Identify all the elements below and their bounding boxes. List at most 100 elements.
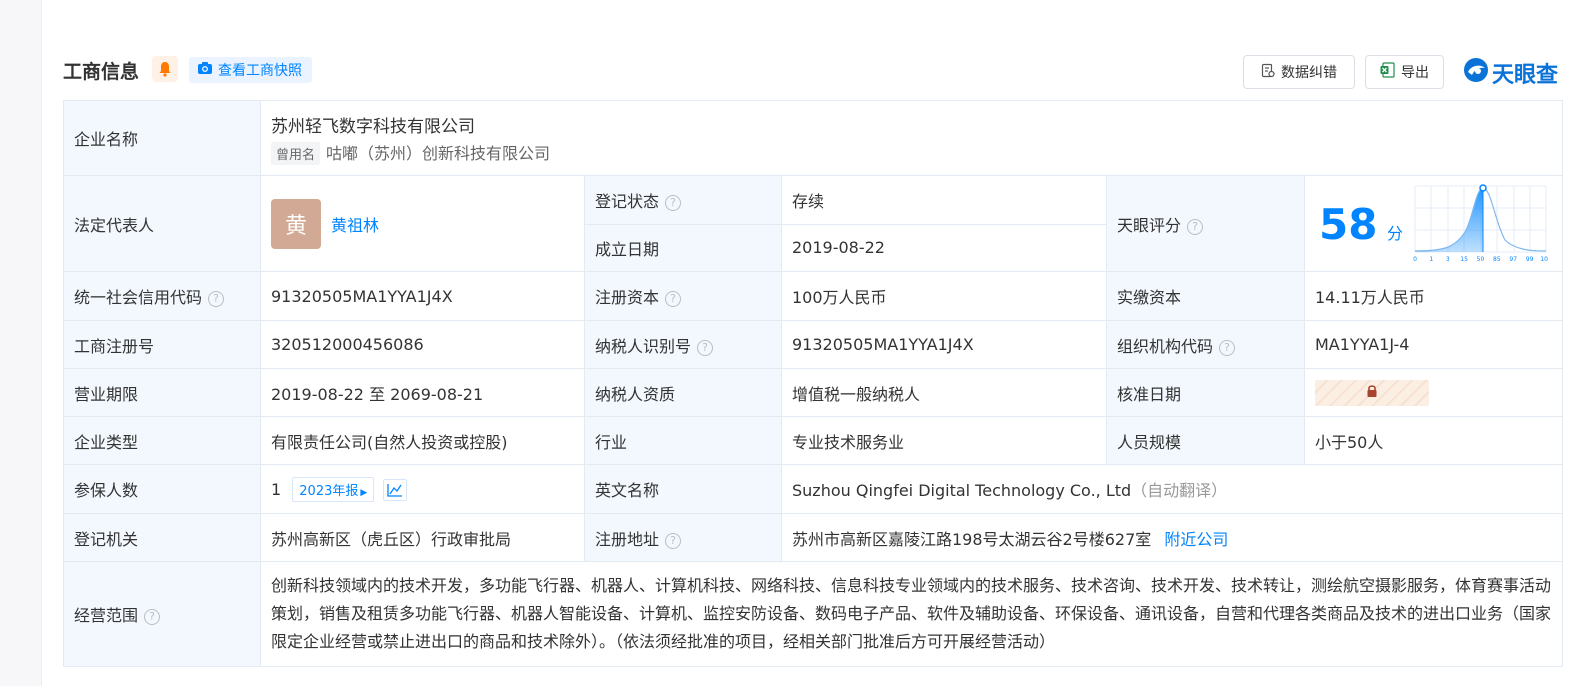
- annual-report-label: 2023年报: [299, 483, 359, 499]
- company-type-value: 有限责任公司(自然人投资或控股): [260, 416, 585, 465]
- label-credit-code-cell: 统一社会信用代码?: [63, 271, 261, 321]
- reg-authority-value: 苏州高新区（虎丘区）行政审批局: [260, 513, 585, 562]
- legal-rep-link[interactable]: 黄祖林: [331, 212, 379, 236]
- taxpayer-id-value: 91320505MA1YYA1J4X: [781, 320, 1107, 369]
- auto-translate-note: （自动翻译）: [1131, 481, 1228, 500]
- table-row: 工商注册号 320512000456086 纳税人识别号? 91320505MA…: [63, 320, 1564, 369]
- score-value: 58: [1319, 200, 1378, 249]
- reg-status-value: 存续: [781, 175, 1107, 225]
- paid-capital-value: 14.11万人民币: [1303, 271, 1564, 321]
- founded-value: 2019-08-22: [781, 223, 1107, 272]
- approval-date-cell: [1303, 368, 1564, 417]
- label-credit-code: 统一社会信用代码: [74, 288, 203, 307]
- tianyancha-logo: 天眼查: [1463, 57, 1558, 89]
- label-staff-size: 人员规模: [1106, 416, 1305, 465]
- help-icon[interactable]: ?: [1187, 218, 1204, 235]
- label-company-type: 企业类型: [63, 416, 261, 465]
- label-english-name: 英文名称: [584, 464, 782, 514]
- help-icon[interactable]: ?: [665, 532, 682, 549]
- avatar[interactable]: 黄: [271, 198, 321, 249]
- lock-icon: [1365, 383, 1379, 402]
- label-taxpayer-id: 纳税人识别号: [595, 336, 692, 356]
- org-code-value: MA1YYA1J-4: [1303, 320, 1564, 369]
- help-icon[interactable]: ?: [144, 609, 161, 625]
- staff-size-value: 小于50人: [1303, 416, 1564, 465]
- score-widget: 58 分 0 1 3 15 50 85 97 99 100: [1305, 176, 1562, 271]
- company-name-cell: 苏州轻飞数字科技有限公司 曾用名 咕嘟（苏州）创新科技有限公司: [259, 100, 1564, 176]
- view-snapshot-button[interactable]: 查看工商快照: [189, 57, 312, 83]
- label-biz-reg-no: 工商注册号: [63, 320, 261, 369]
- logo-text: 天眼查: [1492, 63, 1559, 88]
- tianyan-score-cell[interactable]: 58 分 0 1 3 15 50 85 97 99 100: [1303, 175, 1564, 272]
- biz-term-value: 2019-08-22 至 2069-08-21: [260, 368, 585, 417]
- bell-icon[interactable]: [152, 56, 178, 82]
- score-distribution-chart: 0 1 3 15 50 85 97 99 100: [1413, 184, 1548, 263]
- label-org-code: 组织机构代码: [1117, 336, 1214, 356]
- label-org-code-cell: 组织机构代码?: [1106, 320, 1305, 369]
- help-icon[interactable]: ?: [1219, 339, 1236, 356]
- excel-icon: [1380, 62, 1395, 82]
- score-axis-tick: 3: [1446, 256, 1450, 263]
- export-button[interactable]: 导出: [1365, 55, 1444, 89]
- insured-value: 1: [271, 479, 282, 499]
- left-sidebar-strip: [0, 0, 42, 686]
- locked-value-box[interactable]: [1315, 379, 1429, 406]
- former-name-row: 曾用名 咕嘟（苏州）创新科技有限公司: [271, 140, 1552, 165]
- biz-scope-value: 创新科技领域内的技术开发，多功能飞行器、机器人、计算机科技、网络科技、信息科技专…: [259, 561, 1564, 667]
- nearby-companies-link[interactable]: 附近公司: [1164, 530, 1228, 549]
- label-founded: 成立日期: [584, 223, 782, 272]
- view-snapshot-label: 查看工商快照: [218, 63, 302, 79]
- label-reg-status-cell: 登记状态?: [584, 175, 782, 225]
- camera-icon: [197, 61, 213, 79]
- label-reg-address: 注册地址: [595, 529, 660, 549]
- table-row: 营业期限 2019-08-22 至 2069-08-21 纳税人资质 增值税一般…: [63, 368, 1564, 417]
- english-name-cell: Suzhou Qingfei Digital Technology Co., L…: [780, 464, 1564, 514]
- score-unit: 分: [1387, 224, 1404, 243]
- annual-report-link[interactable]: 2023年报 ▶: [292, 476, 375, 502]
- reg-address-value: 苏州市高新区嘉陵江路198号太湖云谷2号楼627室: [792, 529, 1152, 549]
- table-row: 登记机关 苏州高新区（虎丘区）行政审批局 注册地址? 苏州市高新区嘉陵江路198…: [63, 513, 1564, 562]
- label-biz-term: 营业期限: [63, 368, 261, 417]
- english-name-value: Suzhou Qingfei Digital Technology Co., L…: [792, 481, 1132, 500]
- legal-rep-cell: 黄 黄祖林: [260, 175, 585, 272]
- label-taxpayer-id-cell: 纳税人识别号?: [584, 320, 782, 369]
- table-row: 法定代表人 黄 黄祖林 登记状态? 存续 天眼评分? 58 分 0 1 3 15…: [63, 175, 1564, 272]
- table-row: 企业名称 苏州轻飞数字科技有限公司 曾用名 咕嘟（苏州）创新科技有限公司: [63, 100, 1564, 176]
- label-taxpayer-qual: 纳税人资质: [584, 368, 782, 417]
- label-reg-capital-cell: 注册资本?: [584, 271, 782, 321]
- help-icon[interactable]: ?: [697, 339, 714, 356]
- table-row: 参保人数 1 2023年报 ▶ 英文名称 Suzhou Qingfei Digit…: [63, 464, 1564, 514]
- label-reg-authority: 登记机关: [63, 513, 261, 562]
- business-info-table: 企业名称 苏州轻飞数字科技有限公司 曾用名 咕嘟（苏州）创新科技有限公司 法定代表…: [63, 100, 1564, 667]
- label-paid-capital: 实缴资本: [1106, 271, 1305, 321]
- table-row: 经营范围? 创新科技领域内的技术开发，多功能飞行器、机器人、计算机科技、网络科技…: [63, 561, 1564, 667]
- label-biz-scope-cell: 经营范围?: [63, 561, 261, 667]
- score-axis-tick: 1: [1429, 256, 1433, 263]
- label-reg-capital: 注册资本: [595, 288, 660, 307]
- section-header: 工商信息 查看工商快照 数据纠错 导出 天眼查: [63, 55, 1563, 89]
- former-name-tag: 曾用名: [271, 141, 321, 165]
- score-axis-tick: 97: [1509, 256, 1517, 263]
- former-name: 咕嘟（苏州）创新科技有限公司: [326, 143, 551, 163]
- score-axis-tick: 15: [1460, 256, 1468, 263]
- insured-cell: 1 2023年报 ▶: [260, 464, 585, 514]
- label-reg-address-cell: 注册地址?: [584, 513, 782, 562]
- help-icon[interactable]: ?: [665, 194, 682, 211]
- help-icon[interactable]: ?: [665, 291, 682, 307]
- table-row: 统一社会信用代码? 91320505MA1YYA1J4X 注册资本? 100万人…: [63, 271, 1564, 321]
- export-label: 导出: [1401, 65, 1429, 81]
- industry-value: 专业技术服务业: [781, 416, 1107, 465]
- biz-reg-no-value: 320512000456086: [260, 320, 585, 369]
- help-icon[interactable]: ?: [208, 291, 225, 307]
- score-axis-tick: 100: [1540, 256, 1548, 263]
- trend-chart-icon[interactable]: [383, 479, 408, 501]
- data-correction-button[interactable]: 数据纠错: [1243, 55, 1355, 89]
- label-score-cell: 天眼评分?: [1106, 175, 1305, 272]
- score-axis-tick: 85: [1493, 256, 1501, 263]
- reg-address-cell: 苏州市高新区嘉陵江路198号太湖云谷2号楼627室 附近公司: [780, 513, 1564, 562]
- company-name: 苏州轻飞数字科技有限公司: [271, 116, 475, 137]
- label-reg-status: 登记状态: [595, 191, 660, 211]
- reg-capital-value: 100万人民币: [781, 271, 1107, 321]
- section-title: 工商信息: [63, 61, 140, 83]
- label-company-name: 企业名称: [63, 100, 261, 176]
